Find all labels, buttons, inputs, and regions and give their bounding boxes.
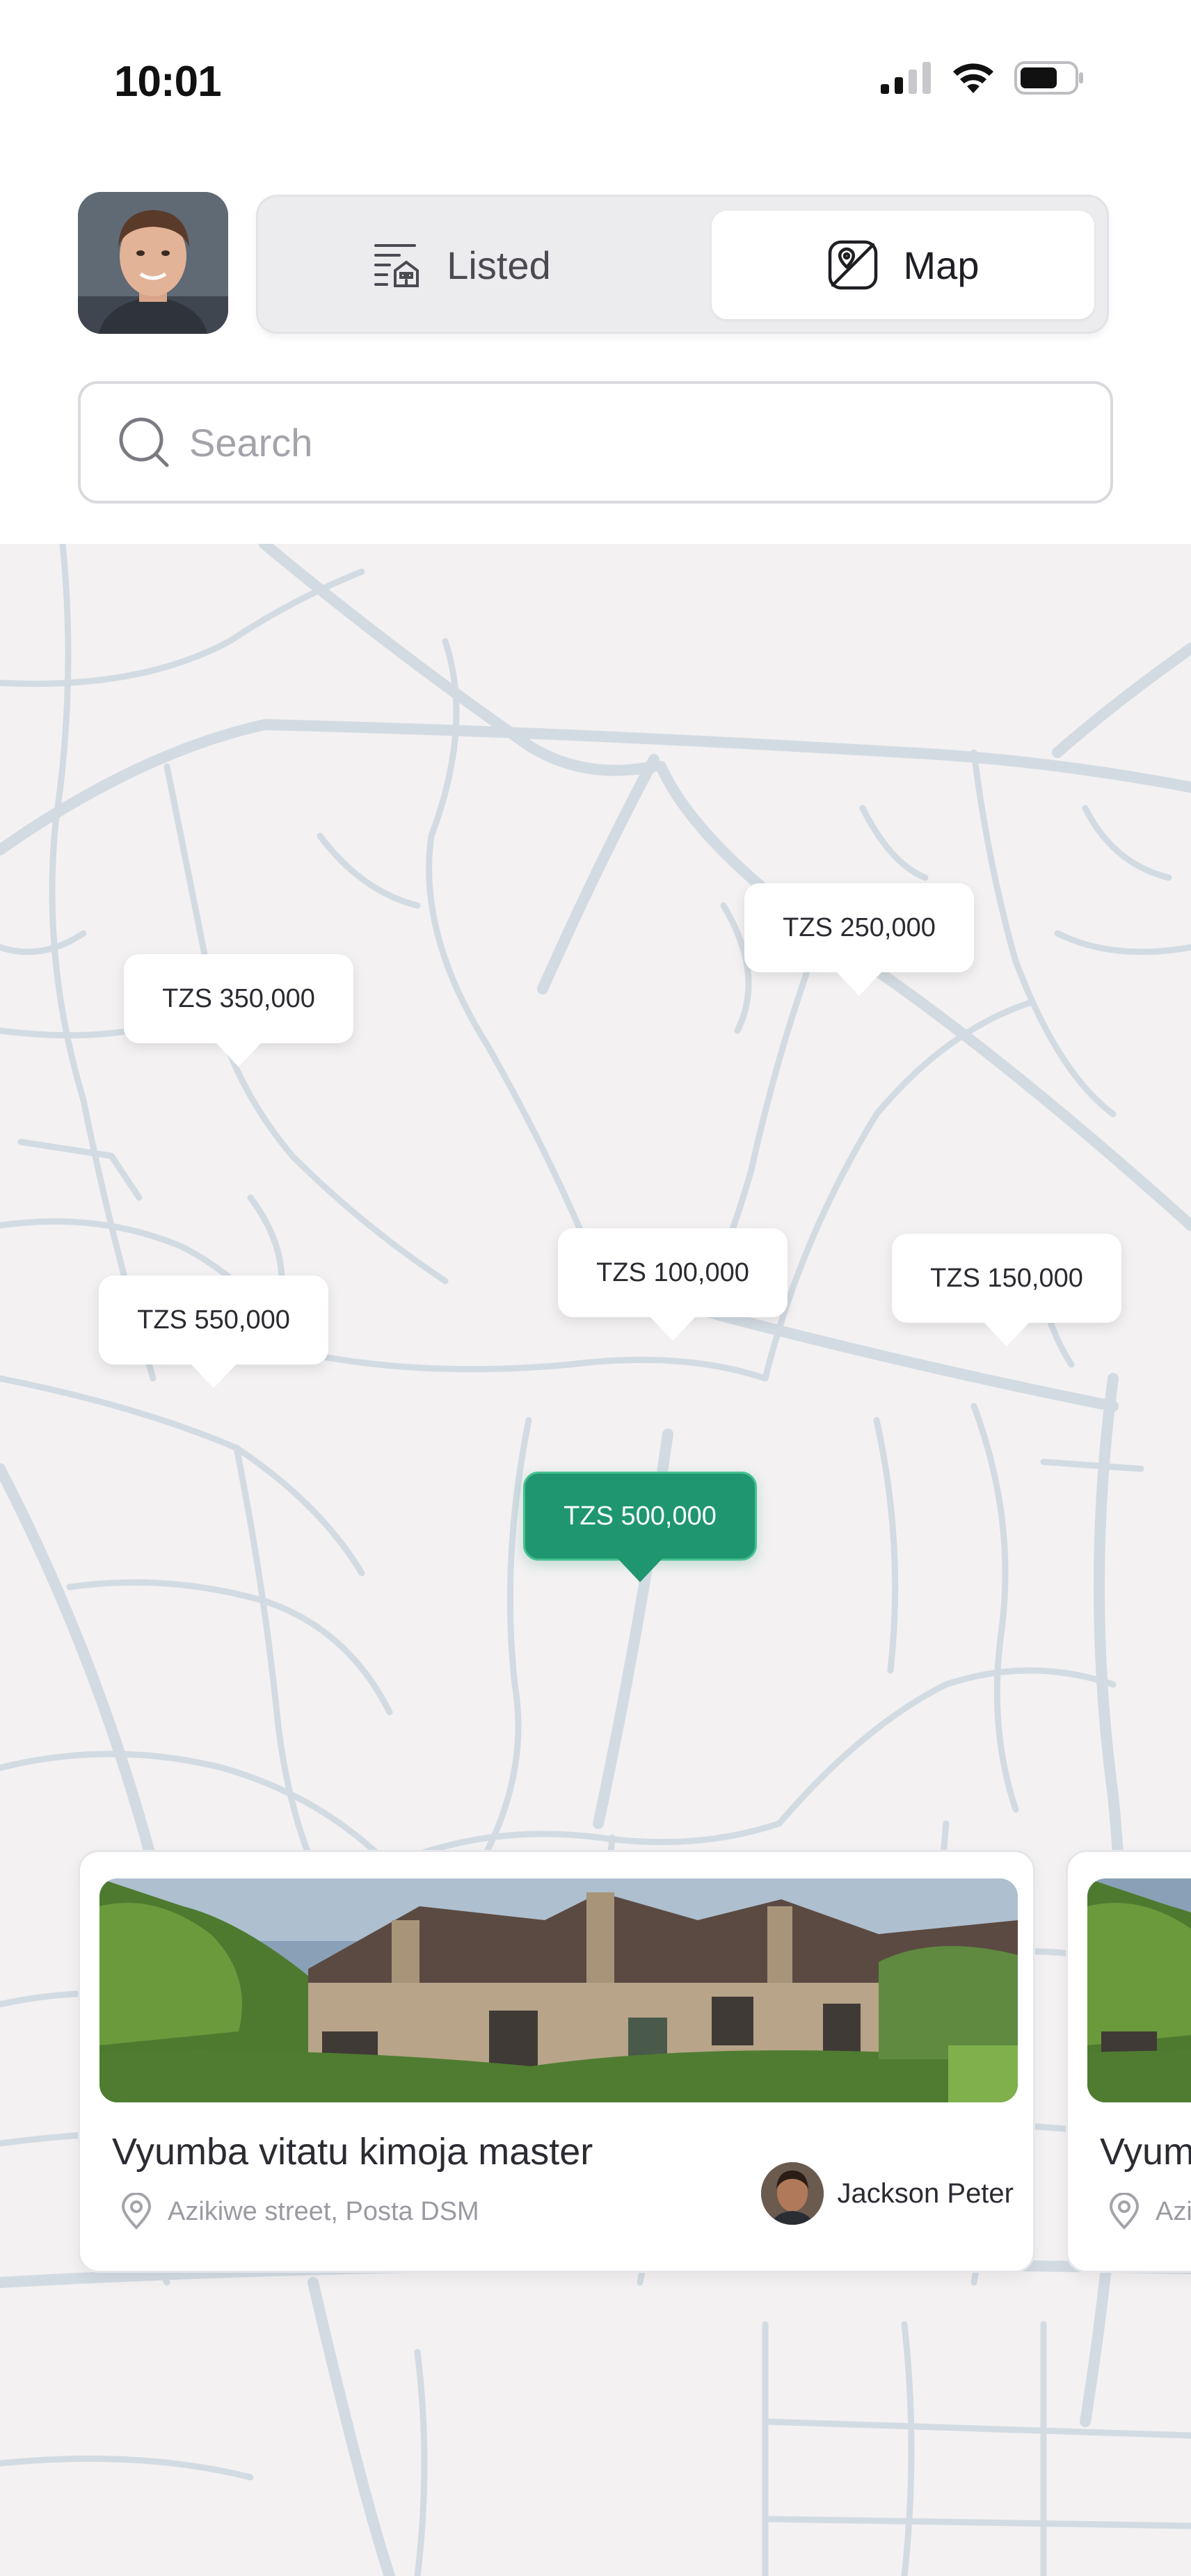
property-photo xyxy=(99,1878,1018,2102)
signal-icon xyxy=(881,62,931,94)
search-icon xyxy=(119,417,169,467)
location-pin-icon xyxy=(1109,2193,1140,2230)
property-title: Vyumba vitatu kimoja master xyxy=(112,2131,593,2173)
property-card[interactable]: Vyumba vitatu kimoja master Azikiwe stre… xyxy=(1066,1850,1191,2273)
status-icons xyxy=(881,61,1085,95)
property-agent[interactable]: Jackson Peter xyxy=(760,2162,1014,2225)
price-pin[interactable]: TZS 550,000 xyxy=(99,1275,328,1388)
property-location: Azikiwe street, Posta DSM xyxy=(1107,2193,1191,2230)
property-card[interactable]: Vyumba vitatu kimoja master Azikiwe stre… xyxy=(78,1850,1035,2273)
search-input[interactable]: Search xyxy=(78,381,1113,504)
battery-icon xyxy=(1014,61,1083,95)
status-bar: 10:01 xyxy=(0,0,1191,167)
location-pin-icon xyxy=(121,2193,152,2230)
listed-house-icon xyxy=(374,244,419,287)
tab-listed-label: Listed xyxy=(447,243,551,287)
tab-map-label: Map xyxy=(903,243,980,287)
tab-map[interactable]: Map xyxy=(712,211,1094,319)
price-pin[interactable]: TZS 350,000 xyxy=(124,954,353,1067)
price-pin[interactable]: TZS 100,000 xyxy=(558,1228,788,1341)
status-time: 10:01 xyxy=(114,58,222,106)
map-pin-icon xyxy=(828,240,877,290)
property-location: Azikiwe street, Posta DSM xyxy=(119,2193,479,2230)
view-toggle: Listed Map xyxy=(256,195,1109,334)
agent-name: Jackson Peter xyxy=(837,2177,1014,2209)
wifi-icon xyxy=(953,63,993,93)
tab-listed[interactable]: Listed xyxy=(273,211,649,319)
property-location-text: Azikiwe street, Posta DSM xyxy=(168,2196,479,2226)
price-pin[interactable]: TZS 150,000 xyxy=(892,1234,1121,1346)
property-title: Vyumba vitatu kimoja master xyxy=(1100,2131,1191,2173)
property-photo xyxy=(1087,1878,1191,2102)
search-placeholder: Search xyxy=(189,420,313,465)
price-pin[interactable]: TZS 250,000 xyxy=(744,883,974,996)
price-pin-selected[interactable]: TZS 500,000 xyxy=(523,1472,757,1582)
agent-avatar xyxy=(760,2162,824,2225)
map-view[interactable]: TZS 250,000 TZS 350,000 TZS 100,000 TZS … xyxy=(0,544,1191,2576)
user-avatar[interactable] xyxy=(78,192,228,334)
property-location-text: Azikiwe street, Posta DSM xyxy=(1156,2196,1191,2226)
